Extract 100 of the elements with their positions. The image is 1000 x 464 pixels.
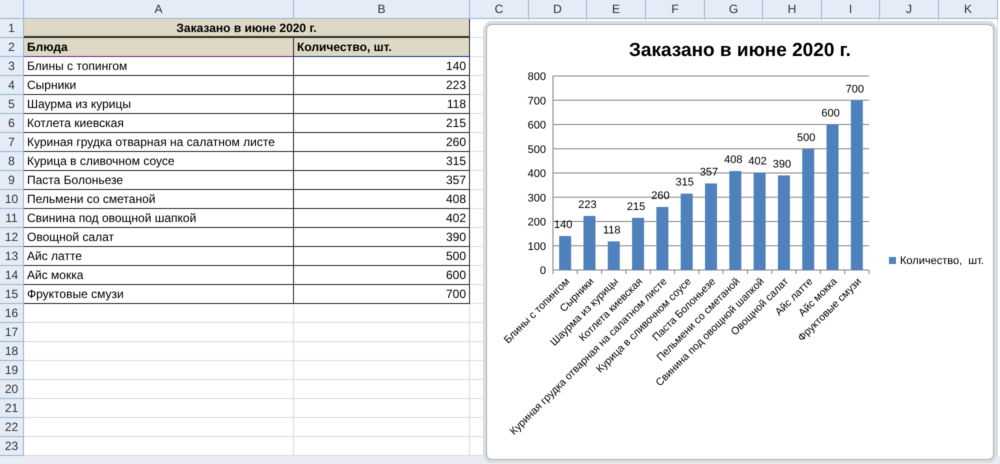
row-header[interactable]: 22: [0, 418, 24, 437]
empty-cell[interactable]: [294, 323, 470, 342]
table-cell: 215: [294, 114, 470, 133]
row-header[interactable]: 18: [0, 342, 24, 361]
axis-label: 800: [528, 71, 546, 83]
column-header[interactable]: E: [587, 0, 646, 19]
data-label: 140: [554, 219, 572, 232]
column-heading: Блюда: [24, 38, 294, 57]
data-label: 390: [772, 158, 792, 170]
row-header[interactable]: 19: [0, 361, 24, 380]
column-header[interactable]: F: [646, 0, 705, 19]
empty-cell[interactable]: [294, 418, 470, 437]
table-cell: Фруктовые смузи: [24, 285, 294, 304]
chart-title: Заказано в июне 2020 г.: [629, 40, 851, 61]
data-label: 223: [578, 198, 597, 211]
column-header[interactable]: I: [822, 0, 880, 19]
table-cell: 402: [294, 209, 470, 228]
row-header[interactable]: 7: [0, 133, 24, 152]
column-header[interactable]: C: [470, 0, 529, 19]
table-cell: 260: [294, 133, 470, 152]
empty-cell[interactable]: [294, 342, 470, 361]
axis-label: 700: [528, 95, 546, 108]
axis-label: 300: [528, 192, 546, 204]
empty-cell[interactable]: [294, 437, 470, 456]
row-header[interactable]: 2: [0, 38, 24, 57]
row-header[interactable]: 12: [0, 228, 24, 247]
table-cell: Пельмени со сметаной: [24, 190, 294, 209]
table-cell: Паста Болоньезе: [24, 171, 294, 190]
row-header[interactable]: 5: [0, 95, 24, 114]
column-header[interactable]: D: [529, 0, 587, 19]
row-header[interactable]: 20: [0, 380, 24, 399]
bar[interactable]: [583, 216, 596, 270]
axis-label: 100: [528, 240, 546, 253]
table-title: Заказано в июне 2020 г.: [24, 19, 470, 38]
row-header[interactable]: 6: [0, 114, 24, 133]
bar[interactable]: [656, 206, 668, 270]
row-header[interactable]: 3: [0, 57, 24, 76]
empty-cell[interactable]: [294, 380, 470, 399]
bar[interactable]: [608, 241, 620, 270]
bar[interactable]: [632, 218, 644, 270]
column-header[interactable]: A: [24, 0, 294, 19]
chart-area[interactable]: [486, 24, 994, 460]
column-header[interactable]: K: [939, 0, 998, 19]
bar[interactable]: [680, 194, 693, 270]
table-cell: Айс латте: [24, 247, 294, 266]
row-header[interactable]: 17: [0, 323, 24, 342]
table-cell: 390: [294, 228, 470, 247]
axis-label: 0: [540, 265, 546, 277]
column-header[interactable]: H: [763, 0, 822, 19]
table-cell: 357: [294, 171, 470, 190]
axis-label: 600: [528, 120, 546, 132]
bar[interactable]: [729, 171, 742, 270]
column-header[interactable]: B: [294, 0, 470, 19]
data-label: 500: [797, 132, 816, 144]
data-label: 402: [748, 156, 767, 168]
table-cell: 315: [294, 152, 470, 171]
table-cell: Сырники: [24, 76, 294, 95]
row-header[interactable]: 14: [0, 266, 24, 285]
row-header[interactable]: 9: [0, 171, 24, 190]
axis-label: 500: [528, 144, 546, 156]
data-label: 118: [603, 224, 621, 236]
table-cell: Свинина под овощной шапкой: [24, 209, 294, 228]
data-label: 600: [821, 108, 840, 120]
empty-cell[interactable]: [294, 361, 470, 380]
axis-label: 200: [528, 216, 546, 228]
row-header[interactable]: 10: [0, 190, 24, 209]
table-cell: 223: [294, 76, 470, 95]
row-header[interactable]: 11: [0, 209, 24, 228]
axis-label: 400: [528, 168, 546, 180]
bar[interactable]: [850, 100, 863, 270]
empty-cell[interactable]: [294, 399, 470, 418]
table-cell: Шаурма из курицы: [24, 95, 294, 114]
table-cell: 700: [294, 285, 470, 304]
bar[interactable]: [802, 148, 814, 270]
bar[interactable]: [754, 172, 766, 270]
table-cell: 600: [294, 266, 470, 285]
row-header[interactable]: 21: [0, 399, 24, 418]
row-header[interactable]: 13: [0, 247, 24, 266]
data-label: 315: [676, 176, 694, 189]
column-heading: Количество, шт.: [294, 38, 470, 57]
row-header[interactable]: 1: [0, 19, 24, 38]
column-header[interactable]: J: [880, 0, 939, 19]
bar[interactable]: [826, 124, 839, 270]
row-header[interactable]: 8: [0, 152, 24, 171]
row-header[interactable]: 15: [0, 285, 24, 304]
data-label: 215: [626, 200, 646, 213]
data-label: 700: [846, 83, 864, 96]
table-cell: Овощной салат: [24, 228, 294, 247]
data-label: 408: [724, 154, 742, 166]
table-cell: Курица в сливочном соусе: [24, 152, 294, 171]
bar[interactable]: [559, 236, 572, 270]
row-header[interactable]: 23: [0, 437, 24, 456]
empty-cell[interactable]: [294, 304, 470, 323]
column-header[interactable]: G: [705, 0, 763, 19]
bar[interactable]: [778, 175, 790, 270]
table-cell: 408: [294, 190, 470, 209]
select-all-button[interactable]: [0, 0, 24, 19]
row-header[interactable]: 16: [0, 304, 24, 323]
table-cell: Айс мокка: [24, 266, 294, 285]
row-header[interactable]: 4: [0, 76, 24, 95]
